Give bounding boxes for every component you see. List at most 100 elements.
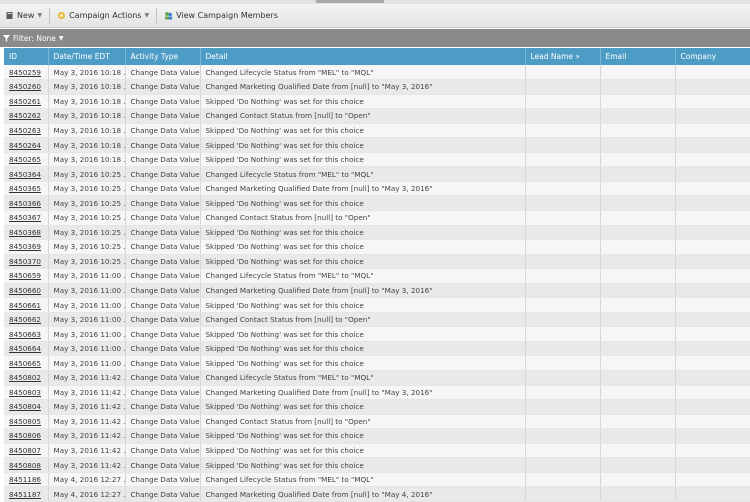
cell-id[interactable]: 8450804 — [4, 399, 49, 415]
cell-activity-type: Change Data Value — [125, 472, 201, 488]
cell-id[interactable]: 8450369 — [4, 239, 49, 255]
cell-datetime: May 3, 2016 10:25 ... — [48, 239, 126, 255]
table-row[interactable]: 8450802 May 3, 2016 11:42 ... Change Data … — [4, 370, 750, 386]
table-row[interactable]: 8450665 May 3, 2016 11:00 ... Change Data … — [4, 355, 750, 371]
column-header-activity-type[interactable]: Activity Type — [125, 48, 201, 65]
cell-datetime: May 3, 2016 10:25 ... — [48, 166, 126, 182]
table-row[interactable]: 8450659 May 3, 2016 11:00 ... Change Data … — [4, 268, 750, 284]
table-row[interactable]: 8450661 May 3, 2016 11:00 ... Change Data … — [4, 297, 750, 313]
table-row[interactable]: 8450261 May 3, 2016 10:18 ... Change Data … — [4, 94, 750, 110]
cell-id[interactable]: 8450662 — [4, 312, 49, 328]
table-row[interactable]: 8450663 May 3, 2016 11:00 ... Change Data … — [4, 326, 750, 342]
cell-id[interactable]: 8450364 — [4, 166, 49, 182]
cell-id[interactable]: 8450261 — [4, 94, 49, 110]
table-row[interactable]: 8450368 May 3, 2016 10:25 ... Change Data … — [4, 225, 750, 241]
table-row[interactable]: 8450370 May 3, 2016 10:25 ... Change Data … — [4, 254, 750, 270]
table-row[interactable]: 8450805 May 3, 2016 11:42 ... Change Data … — [4, 414, 750, 430]
cell-id[interactable]: 8450805 — [4, 414, 49, 430]
cell-detail: Changed Marketing Qualified Date from [n… — [200, 385, 526, 401]
column-header-company[interactable]: Company — [675, 48, 750, 65]
new-button[interactable]: New ▼ — [0, 7, 47, 25]
cell-id[interactable]: 8450807 — [4, 443, 49, 459]
cell-datetime: May 3, 2016 10:18 ... — [48, 94, 126, 110]
cell-email — [600, 79, 676, 95]
table-row[interactable]: 8450265 May 3, 2016 10:18 ... Change Data … — [4, 152, 750, 168]
cell-activity-type: Change Data Value — [125, 283, 201, 299]
cell-activity-type: Change Data Value — [125, 355, 201, 371]
cell-detail: Skipped 'Do Nothing' was set for this ch… — [200, 326, 526, 342]
column-header-id[interactable]: ID — [4, 48, 49, 65]
cell-id[interactable]: 8450365 — [4, 181, 49, 197]
cell-lead-name — [525, 152, 601, 168]
cell-activity-type: Change Data Value — [125, 166, 201, 182]
cell-id[interactable]: 8451187 — [4, 486, 49, 502]
chevron-down-icon: ▼ — [144, 12, 150, 19]
cell-id[interactable]: 8450263 — [4, 123, 49, 139]
cell-id[interactable]: 8450265 — [4, 152, 49, 168]
table-row[interactable]: 8450364 May 3, 2016 10:25 ... Change Data … — [4, 166, 750, 182]
cell-id[interactable]: 8450259 — [4, 65, 49, 81]
cell-id[interactable]: 8450808 — [4, 457, 49, 473]
table-row[interactable]: 8450259 May 3, 2016 10:18 ... Change Data … — [4, 65, 750, 81]
table-row[interactable]: 8450260 May 3, 2016 10:18 ... Change Data … — [4, 79, 750, 95]
table-row[interactable]: 8450262 May 3, 2016 10:18 ... Change Data … — [4, 108, 750, 124]
filter-bar[interactable]: Filter: None ▼ — [0, 29, 750, 47]
cell-id[interactable]: 8450660 — [4, 283, 49, 299]
cell-email — [600, 225, 676, 241]
drag-handle[interactable] — [316, 0, 384, 3]
cell-id[interactable]: 8450264 — [4, 137, 49, 153]
cell-id[interactable]: 8450665 — [4, 355, 49, 371]
cell-id[interactable]: 8450659 — [4, 268, 49, 284]
cell-datetime: May 3, 2016 10:18 ... — [48, 123, 126, 139]
column-header-detail[interactable]: Detail — [200, 48, 526, 65]
table-row[interactable]: 8450808 May 3, 2016 11:42 ... Change Data … — [4, 457, 750, 473]
column-header-datetime[interactable]: Date/Time EDT — [48, 48, 126, 65]
table-row[interactable]: 8451186 May 4, 2016 12:27 ... Change Data … — [4, 472, 750, 488]
cell-company — [675, 254, 750, 270]
table-row[interactable]: 8450263 May 3, 2016 10:18 ... Change Data … — [4, 123, 750, 139]
table-row[interactable]: 8450662 May 3, 2016 11:00 ... Change Data … — [4, 312, 750, 328]
cell-detail: Changed Lifecycle Status from "MEL" to "… — [200, 370, 526, 386]
campaign-actions-button[interactable]: Campaign Actions ▼ — [52, 7, 154, 25]
cell-activity-type: Change Data Value — [125, 210, 201, 226]
cell-id[interactable]: 8450370 — [4, 254, 49, 270]
cell-id[interactable]: 8450368 — [4, 225, 49, 241]
cell-id[interactable]: 8450260 — [4, 79, 49, 95]
table-row[interactable]: 8450660 May 3, 2016 11:00 ... Change Data … — [4, 283, 750, 299]
column-header-email[interactable]: Email — [600, 48, 676, 65]
cell-company — [675, 123, 750, 139]
table-row[interactable]: 8450365 May 3, 2016 10:25 ... Change Data … — [4, 181, 750, 197]
cell-id[interactable]: 8450806 — [4, 428, 49, 444]
cell-id[interactable]: 8450664 — [4, 341, 49, 357]
cell-id[interactable]: 8450367 — [4, 210, 49, 226]
cell-id[interactable]: 8450262 — [4, 108, 49, 124]
cell-email — [600, 341, 676, 357]
cell-datetime: May 3, 2016 10:18 ... — [48, 108, 126, 124]
table-row[interactable]: 8450366 May 3, 2016 10:25 ... Change Data … — [4, 195, 750, 211]
cell-id[interactable]: 8451186 — [4, 472, 49, 488]
table-row[interactable]: 8450369 May 3, 2016 10:25 ... Change Data … — [4, 239, 750, 255]
table-row[interactable]: 8450803 May 3, 2016 11:42 ... Change Data … — [4, 385, 750, 401]
cell-email — [600, 472, 676, 488]
table-row[interactable]: 8451187 May 4, 2016 12:27 ... Change Data … — [4, 486, 750, 502]
table-row[interactable]: 8450264 May 3, 2016 10:18 ... Change Data … — [4, 137, 750, 153]
cell-datetime: May 3, 2016 10:25 ... — [48, 181, 126, 197]
column-header-lead-name[interactable]: Lead Name » — [525, 48, 601, 65]
table-row[interactable]: 8450806 May 3, 2016 11:42 ... Change Data … — [4, 428, 750, 444]
table-row[interactable]: 8450664 May 3, 2016 11:00 ... Change Data … — [4, 341, 750, 357]
cell-lead-name — [525, 94, 601, 110]
table-row[interactable]: 8450367 May 3, 2016 10:25 ... Change Data … — [4, 210, 750, 226]
cell-email — [600, 443, 676, 459]
cell-lead-name — [525, 79, 601, 95]
table-row[interactable]: 8450804 May 3, 2016 11:42 ... Change Data … — [4, 399, 750, 415]
cell-lead-name — [525, 326, 601, 342]
cell-activity-type: Change Data Value — [125, 414, 201, 430]
view-campaign-members-button[interactable]: View Campaign Members — [159, 7, 283, 25]
cell-id[interactable]: 8450803 — [4, 385, 49, 401]
cell-id[interactable]: 8450802 — [4, 370, 49, 386]
cell-id[interactable]: 8450663 — [4, 326, 49, 342]
cell-id[interactable]: 8450366 — [4, 195, 49, 211]
cell-id[interactable]: 8450661 — [4, 297, 49, 313]
cell-company — [675, 341, 750, 357]
table-row[interactable]: 8450807 May 3, 2016 11:42 ... Change Data … — [4, 443, 750, 459]
